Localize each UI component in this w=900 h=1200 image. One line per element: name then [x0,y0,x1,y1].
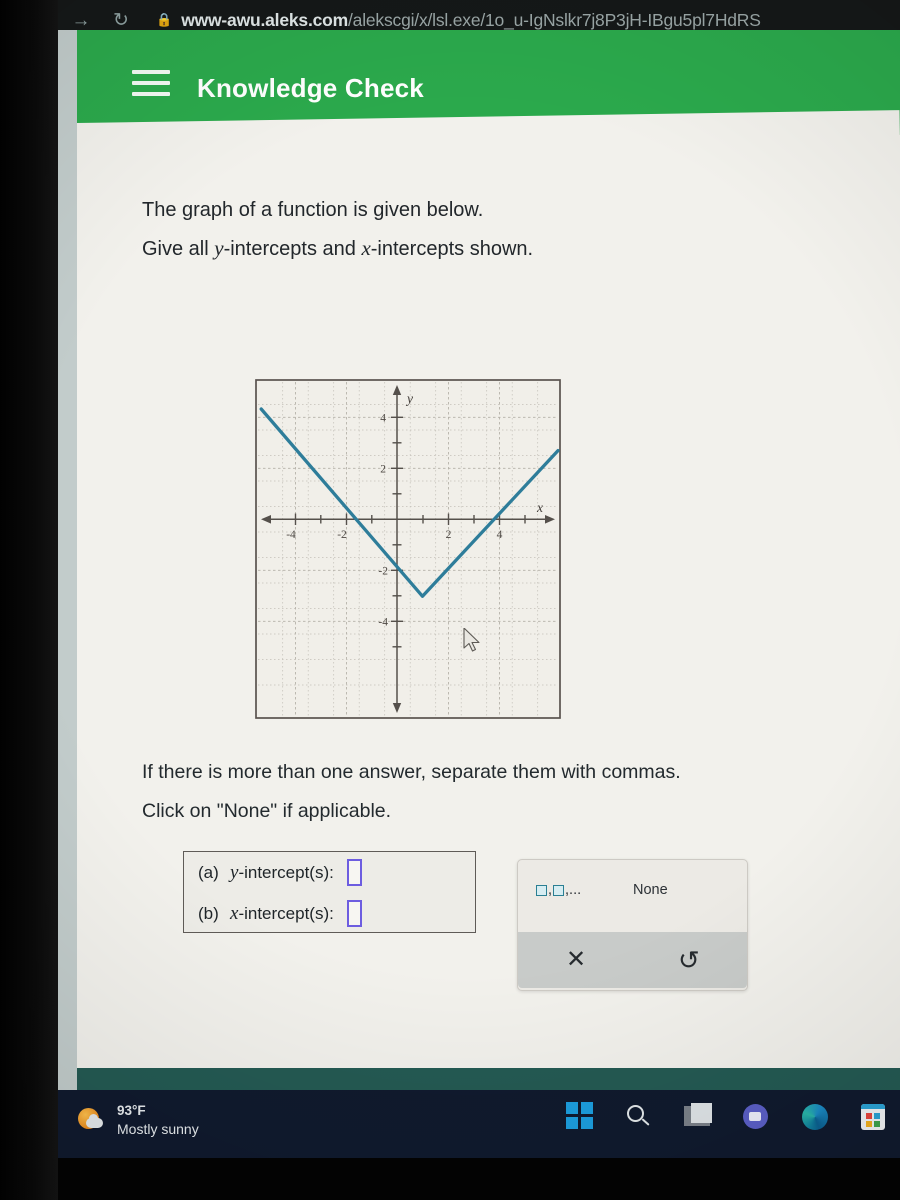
question-body: The graph of a function is given below. … [77,135,900,1140]
answer-b-letter: (b) [198,903,219,923]
comma-ellipsis: ,... [565,882,582,898]
y-variable: y [214,236,224,260]
teams-icon[interactable] [743,1102,772,1131]
answer-b-label: x-intercept(s): [230,903,334,925]
svg-text:-4: -4 [378,617,388,629]
comma-separator: , [548,882,553,898]
prompt-prefix: Give all [142,238,215,260]
svg-text:-4: -4 [286,529,296,541]
undo-arrow-icon[interactable]: ↺ [678,947,700,973]
forward-arrow-icon[interactable]: → [68,11,94,30]
svg-text:4: 4 [380,413,386,425]
x-variable: x [361,236,371,260]
address-bar[interactable]: www-awu.aleks.com/alekscgi/x/lsl.exe/1o_… [181,10,761,31]
search-icon[interactable] [625,1102,654,1131]
x-intercept-input[interactable] [346,900,362,927]
function-graph: -4 -2 2 4 4 2 -2 -4 y x [255,379,561,719]
monitor-bezel-left [0,0,58,1200]
weather-temperature: 93°F [117,1103,146,1118]
page-title: Knowledge Check [197,73,424,103]
svg-text:4: 4 [497,529,503,541]
browser-viewport: Knowledge Check The graph of a function … [58,30,900,1200]
svg-text:2: 2 [380,464,386,476]
hamburger-menu-icon[interactable] [132,70,170,103]
instruction-line-1: If there is more than one answer, separa… [142,761,681,783]
question-line-2: Give all y-intercepts and x-intercepts s… [142,229,900,268]
comma-list-button[interactable]: ,,... [536,882,581,898]
svg-text:2: 2 [446,529,452,541]
answer-b-text: -intercept(s): [238,903,334,923]
answer-a-text: -intercept(s): [238,862,334,882]
url-domain: www-awu.aleks.com [181,9,348,30]
taskbar-icons [566,1102,890,1131]
microsoft-store-icon[interactable] [861,1102,890,1131]
svg-text:-2: -2 [378,566,388,578]
placeholder-square-icon-2 [553,884,565,896]
placeholder-square-icon [536,884,547,896]
palette-top-row: ,,... None [518,860,747,932]
answer-area: (a) y-intercept(s): (b) x-intercept(s): … [77,843,900,1013]
task-view-icon[interactable] [684,1102,713,1131]
question-line-1: The graph of a function is given below. [142,199,484,221]
windows-start-icon[interactable] [566,1102,595,1131]
y-axis-label: y [405,391,413,406]
app-header-bar: Knowledge Check [77,30,900,135]
answer-fields-box: (a) y-intercept(s): (b) x-intercept(s): [183,851,476,933]
none-button[interactable]: None [633,882,668,898]
graph-border [255,379,561,719]
desktop-bottom-edge [58,1158,900,1200]
weather-widget[interactable]: 93°F Mostly sunny [78,1102,199,1138]
answer-a-letter: (a) [198,862,219,882]
edge-browser-icon[interactable] [802,1102,831,1131]
windows-taskbar: 93°F Mostly sunny [58,1090,900,1158]
prompt-mid: -intercepts and [223,238,362,260]
lock-icon: 🔒 [156,12,173,27]
screen-photo: ← → ↻ 🔒 www-awu.aleks.com/alekscgi/x/lsl… [0,0,900,1200]
y-intercept-input[interactable] [346,859,362,886]
answer-row-a: (a) y-intercept(s): [184,852,475,893]
reload-icon[interactable]: ↻ [108,11,134,30]
x-axis-label: x [536,500,543,515]
question-prompt: The graph of a function is given below. … [142,192,900,268]
instruction-line-2: Click on "None" if applicable. [142,800,392,822]
close-x-icon[interactable]: ✕ [566,948,586,972]
prompt-suffix: -intercepts shown. [370,238,534,260]
palette-bottom-row: ✕ ↺ [518,932,747,988]
answer-row-b: (b) x-intercept(s): [184,893,475,934]
sun-behind-cloud-icon [78,1107,105,1134]
url-path: /alekscgi/x/lsl.exe/1o_u-IgNslkr7j8P3jH-… [348,9,761,30]
weather-text: 93°F Mostly sunny [117,1102,199,1138]
svg-text:-2: -2 [337,529,347,541]
page-left-gutter [58,30,77,1090]
weather-description: Mostly sunny [117,1120,199,1137]
answer-palette: ,,... None ✕ ↺ [517,859,748,991]
answer-a-label: y-intercept(s): [230,862,334,884]
mouse-pointer-icon [463,628,480,652]
answer-instructions: If there is more than one answer, separa… [142,753,882,831]
graph-svg: -4 -2 2 4 4 2 -2 -4 y x [255,379,561,719]
